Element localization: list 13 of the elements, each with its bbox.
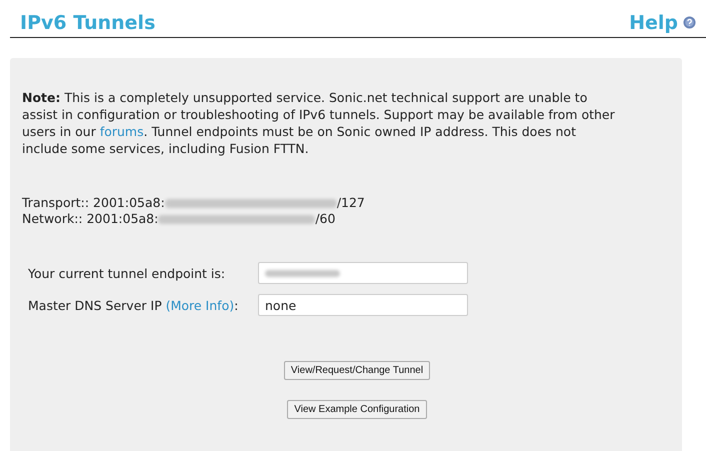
dns-server-field[interactable]: none (258, 294, 468, 316)
page-title: IPv6 Tunnels (20, 12, 156, 34)
endpoint-label: Your current tunnel endpoint is: (28, 266, 226, 280)
endpoint-field[interactable] (258, 262, 468, 284)
dns-label: Master DNS Server IP (More Info): (28, 298, 240, 312)
action-button[interactable]: View/Request/Change Tunnel (284, 361, 430, 380)
action-button[interactable]: View Example Configuration (287, 400, 427, 419)
help-icon[interactable] (683, 16, 696, 29)
address-label: Network:: 2001:05a8: (22, 211, 158, 227)
prefix-length: /60 (315, 211, 336, 227)
address-label: Transport:: 2001:05a8: (22, 195, 165, 211)
prefix-length: /127 (336, 195, 365, 211)
notice-text: Note: This is a completely unsupported service. Sonic.net technical support are unable to assist in configuration or troubleshooting of IPv6 tunnels. Support may be available from other users in our forums. Tunnel endpoints must be on Sonic owned IP address. This does not include some services, including Fusion FTTN. (22, 89, 616, 157)
